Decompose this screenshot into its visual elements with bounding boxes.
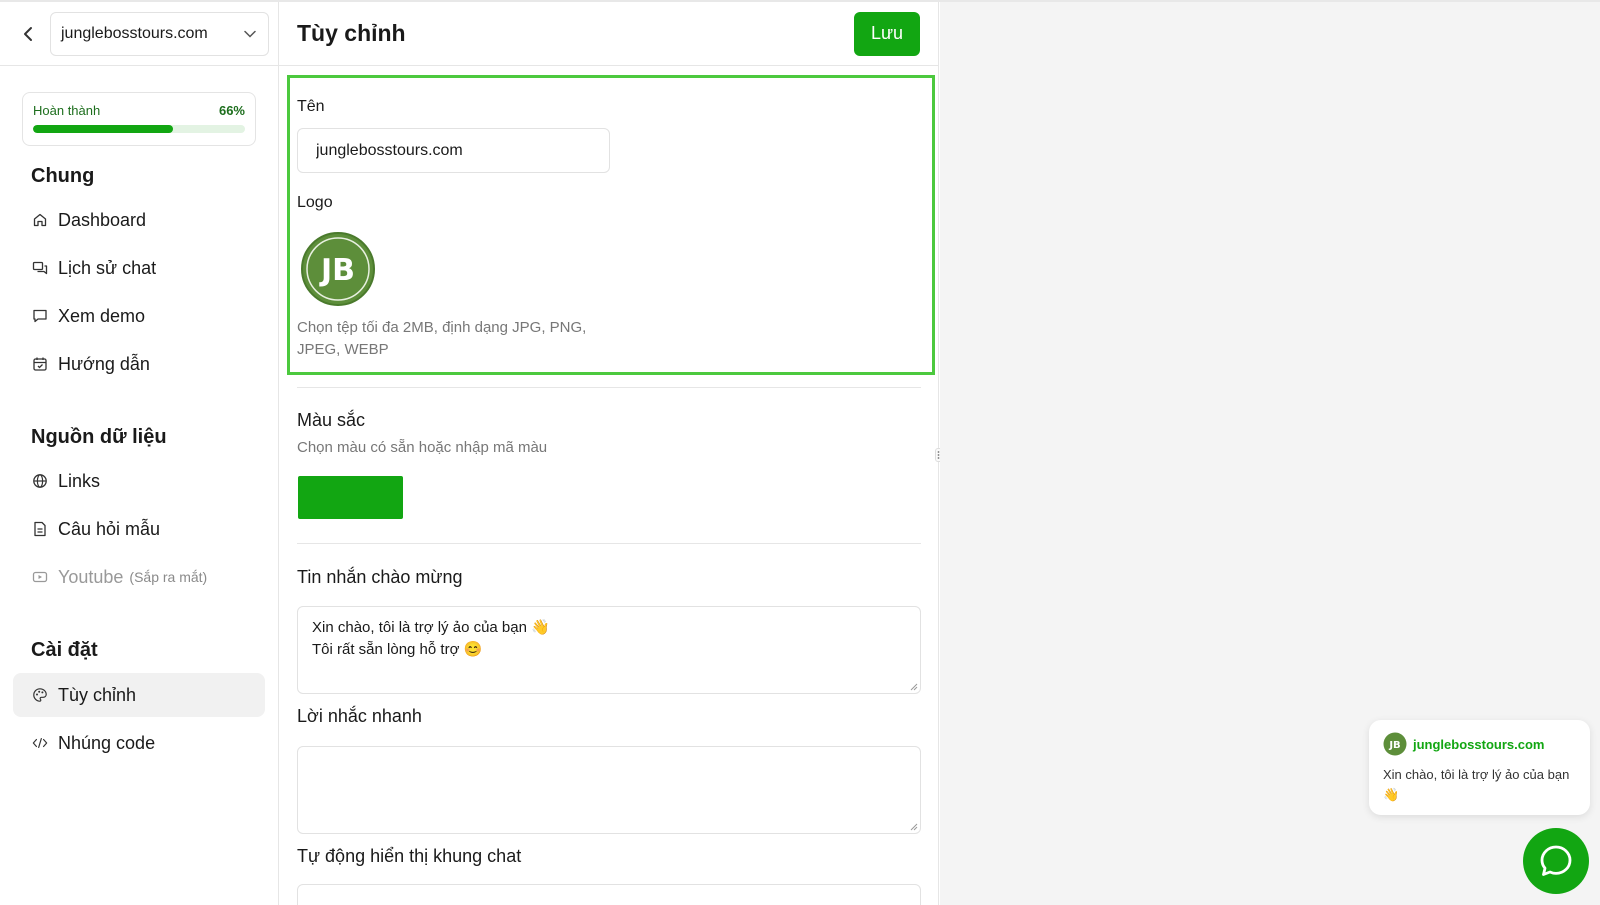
sidebar-item-label: Lịch sử chat (58, 257, 157, 278)
globe-icon (32, 473, 48, 489)
name-input[interactable] (297, 128, 610, 173)
auto-display-field[interactable] (297, 884, 921, 905)
logo-upload[interactable]: JB (299, 230, 377, 308)
sidebar-item-label: Youtube (58, 566, 124, 587)
progress-card: Hoàn thành 66% (22, 92, 256, 146)
section-title-general: Chung (31, 165, 95, 187)
sidebar: junglebosstours.com Hoàn thành 66% Chung… (0, 2, 279, 905)
sidebar-item-youtube: Youtube (Sắp ra mắt) (13, 555, 265, 599)
logo-text: JB (319, 253, 355, 288)
color-swatch[interactable] (298, 476, 403, 519)
welcome-message-textarea[interactable]: Xin chào, tôi là trợ lý ảo của bạn 👋 Tôi… (297, 606, 921, 694)
welcome-title: Tin nhắn chào mừng (297, 567, 463, 587)
chat-bubble-icon (1540, 845, 1572, 876)
quick-prompt-title: Lời nhắc nhanh (297, 706, 422, 726)
home-icon (32, 212, 48, 228)
name-label: Tên (297, 98, 325, 115)
welcome-line: Xin chào, tôi là trợ lý ảo của bạn 👋 (312, 619, 550, 636)
sidebar-item-label: Links (58, 470, 101, 491)
page-title: Tùy chỉnh (297, 20, 406, 46)
youtube-icon (32, 569, 48, 585)
progress-fill (33, 125, 173, 133)
avatar-text: JB (1388, 740, 1400, 751)
color-hint: Chọn màu có sẵn hoặc nhập mã màu (297, 439, 548, 456)
sidebar-item-label: Xem demo (58, 305, 146, 326)
sidebar-item-demo[interactable]: Xem demo (13, 294, 265, 338)
logo-image: JB (300, 231, 376, 307)
section-title-data-sources: Nguồn dữ liệu (31, 426, 167, 448)
sidebar-item-sample-questions[interactable]: Câu hỏi mẫu (13, 507, 265, 551)
resize-handle-icon[interactable] (910, 683, 918, 691)
divider (297, 387, 921, 388)
sidebar-item-label: Dashboard (58, 209, 147, 230)
coming-soon-label: (Sắp ra mắt) (129, 569, 208, 585)
sidebar-item-embed-code[interactable]: Nhúng code (13, 721, 265, 765)
chevron-down-icon (244, 25, 256, 43)
resize-handle-icon[interactable] (910, 823, 918, 831)
panel-header: Tùy chỉnh Lưu (279, 2, 938, 66)
logo-hint: Chọn tệp tối đa 2MB, định dạng JPG, PNG,… (297, 319, 587, 358)
document-icon (32, 521, 48, 537)
palette-icon (32, 687, 48, 703)
progress-track (33, 125, 245, 133)
chat-launcher-button[interactable] (1523, 828, 1589, 894)
message-icon (32, 308, 48, 324)
progress-label: Hoàn thành (33, 103, 101, 118)
calendar-icon (32, 356, 48, 372)
sidebar-item-chat-history[interactable]: Lịch sử chat (13, 246, 265, 290)
welcome-line: Tôi rất sẵn lòng hỗ trợ 😊 (312, 641, 483, 658)
back-icon[interactable] (18, 24, 38, 44)
progress-percent: 66% (218, 103, 245, 118)
sidebar-item-label: Hướng dẫn (58, 353, 150, 374)
bot-name: junglebosstours.com (1413, 736, 1545, 752)
auto-display-title: Tự động hiển thị khung chat (297, 846, 522, 866)
site-select[interactable]: junglebosstours.com (50, 11, 269, 56)
customize-panel: Tùy chỉnh Lưu Tên Logo JB Chọn tệp tối đ… (279, 2, 939, 905)
sidebar-item-label: Tùy chỉnh (58, 684, 137, 705)
sidebar-item-guide[interactable]: Hướng dẫn (13, 342, 265, 386)
sidebar-item-links[interactable]: Links (13, 459, 265, 503)
preview-message: Xin chào, tôi là trợ lý ảo của bạn 👋 (1383, 767, 1570, 802)
section-title-settings: Cài đặt (31, 639, 98, 661)
chat-preview-bubble[interactable]: JB junglebosstours.com Xin chào, tôi là … (1369, 720, 1590, 815)
sidebar-item-customize[interactable]: Tùy chỉnh (13, 673, 265, 717)
sidebar-item-dashboard[interactable]: Dashboard (13, 198, 265, 242)
bot-avatar: JB (1383, 732, 1407, 756)
chat-history-icon (32, 260, 48, 276)
sidebar-item-label: Nhúng code (58, 732, 156, 753)
logo-label: Logo (297, 194, 333, 211)
site-select-value: junglebosstours.com (61, 24, 208, 42)
divider (297, 543, 921, 544)
color-title: Màu sắc (297, 410, 366, 430)
quick-prompt-textarea[interactable] (297, 746, 921, 834)
save-button[interactable]: Lưu (854, 11, 920, 56)
sidebar-item-label: Câu hỏi mẫu (58, 518, 161, 539)
code-icon (32, 735, 48, 751)
sidebar-header: junglebosstours.com (0, 2, 278, 66)
